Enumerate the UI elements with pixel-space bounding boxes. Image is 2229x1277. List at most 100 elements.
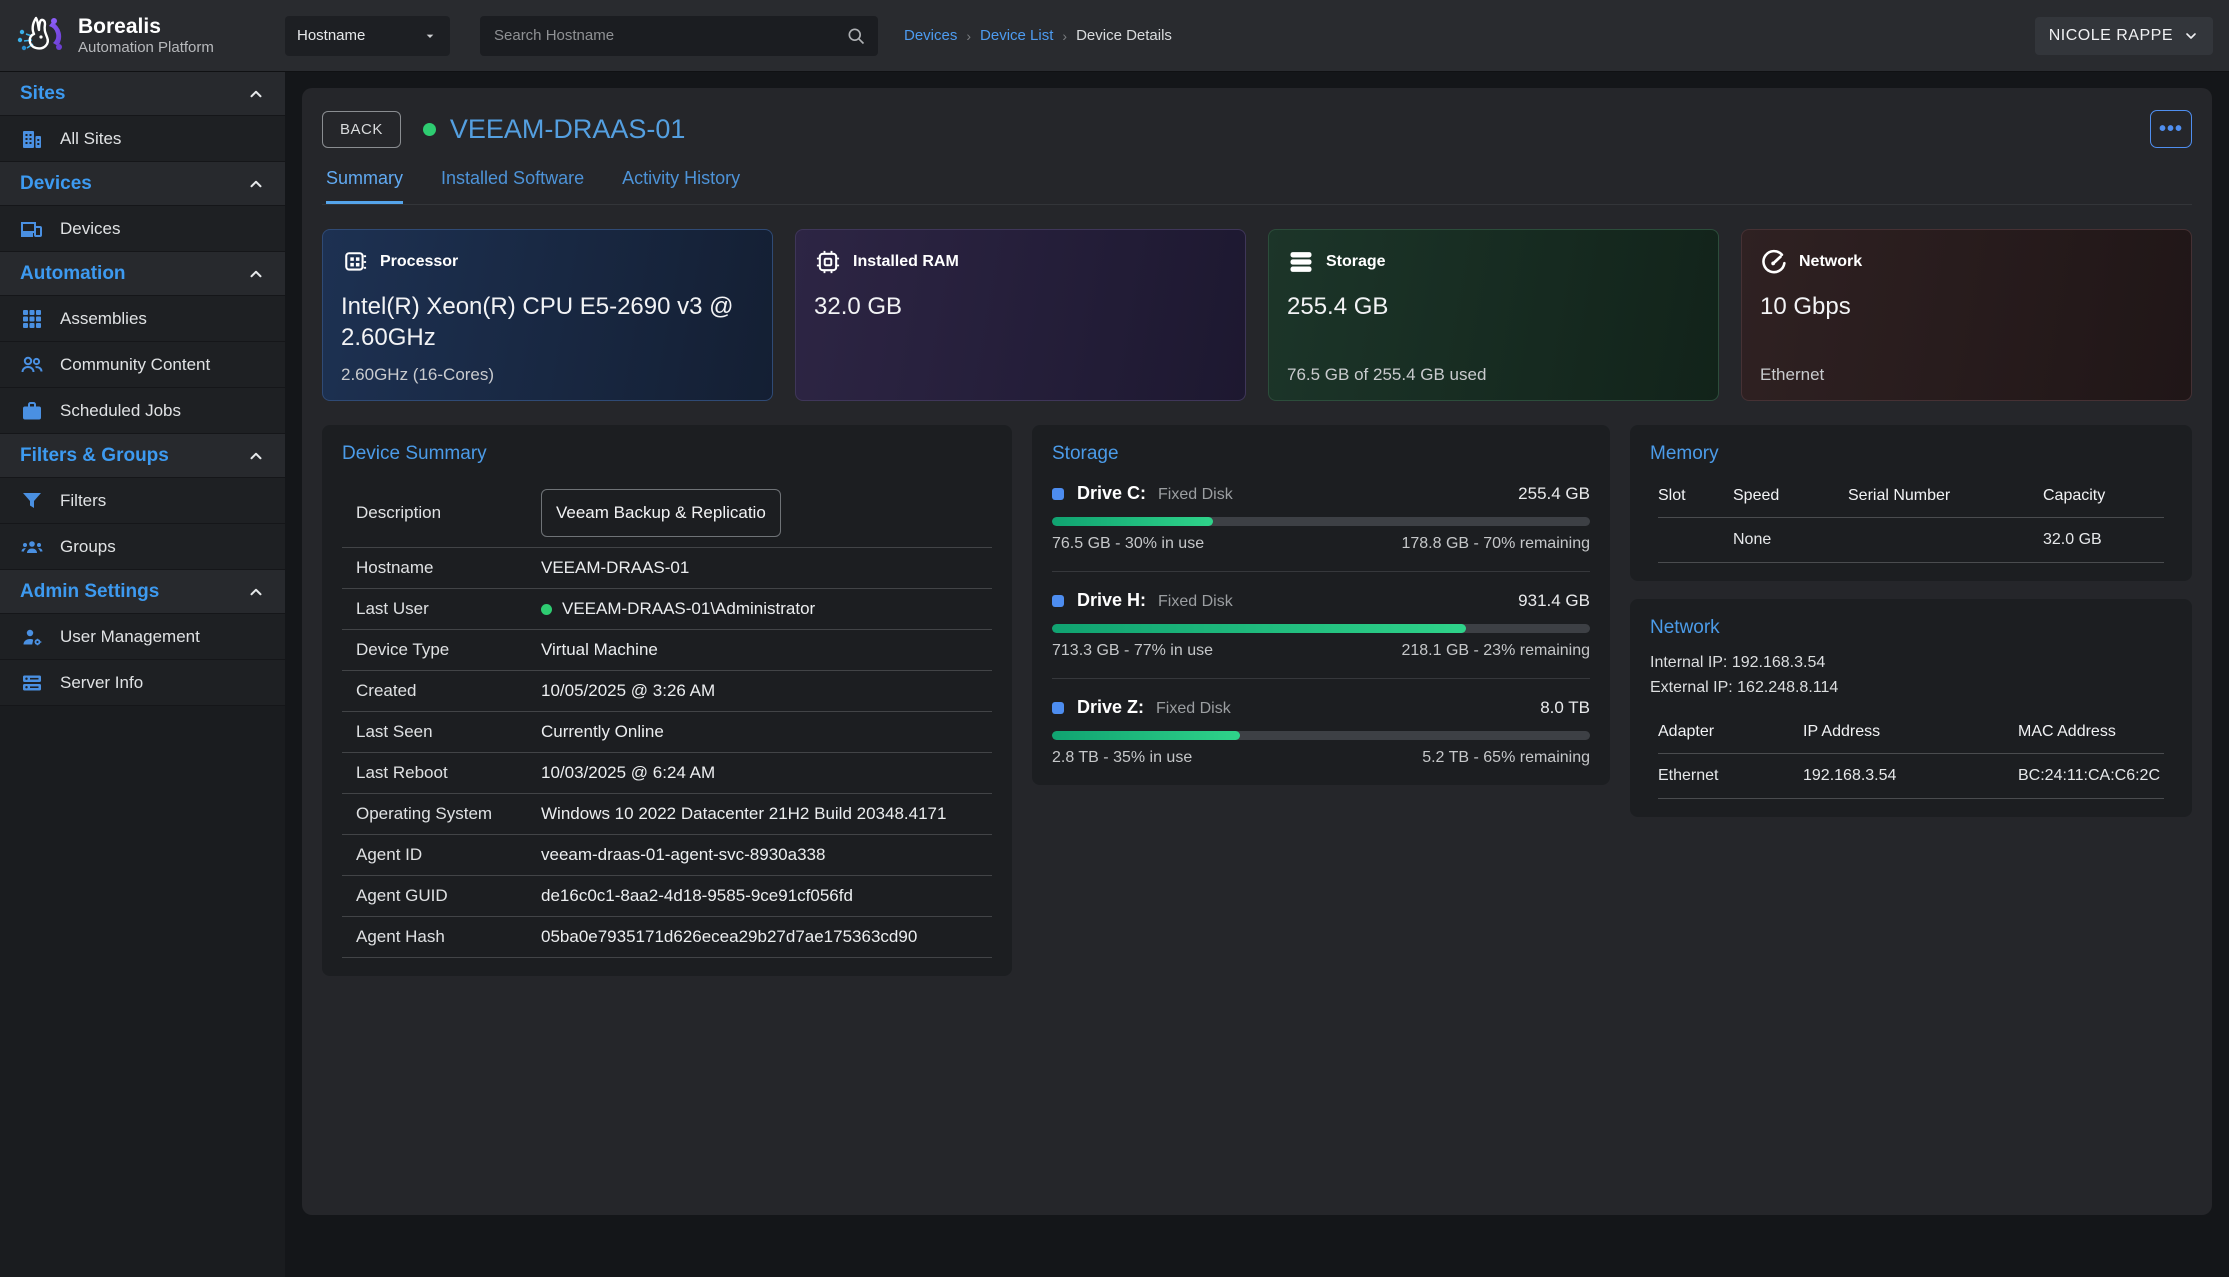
summary-row-last-reboot: Last Reboot 10/03/2025 @ 6:24 AM — [342, 753, 992, 794]
server-icon — [20, 671, 44, 695]
sidebar-item-label: Server Info — [60, 673, 143, 693]
device-summary-panel: Device Summary Description Hostname VEEA… — [322, 425, 1012, 976]
memory-header-serial: Serial Number — [1848, 481, 2043, 517]
chevron-down-icon — [422, 28, 438, 44]
search-icon — [846, 26, 866, 46]
tab-activity-history[interactable]: Activity History — [622, 168, 740, 204]
summary-row-label: Last Reboot — [356, 763, 541, 783]
network-panel-title: Network — [1650, 617, 2172, 639]
online-dot — [541, 604, 552, 615]
sidebar-item-all-sites[interactable]: All Sites — [0, 116, 285, 162]
briefcase-icon — [20, 399, 44, 423]
summary-row-last-seen: Last Seen Currently Online — [342, 712, 992, 753]
breadcrumb-device-list[interactable]: Device List — [980, 27, 1053, 44]
drive-type: Fixed Disk — [1158, 486, 1233, 504]
device-header: BACK VEEAM-DRAAS-01 ••• — [322, 110, 2192, 148]
summary-row-label: Operating System — [356, 804, 541, 824]
more-actions-button[interactable]: ••• — [2150, 110, 2192, 148]
summary-row-label: Last User — [356, 599, 541, 619]
network-card-footer: Ethernet — [1760, 365, 1824, 385]
back-button[interactable]: BACK — [322, 111, 401, 148]
summary-row-hostname: Hostname VEEAM-DRAAS-01 — [342, 548, 992, 589]
drive-used-label: 2.8 TB - 35% in use — [1052, 749, 1192, 767]
sidebar-item-label: Groups — [60, 537, 116, 557]
sidebar-item-server-info[interactable]: Server Info — [0, 660, 285, 706]
sidebar-section-label: Admin Settings — [20, 581, 159, 603]
sidebar-item-user-management[interactable]: User Management — [0, 614, 285, 660]
tab-installed-software[interactable]: Installed Software — [441, 168, 584, 204]
description-input[interactable] — [541, 489, 781, 537]
installed-ram-card-value: 32.0 GB — [814, 291, 1227, 322]
sidebar-section-label: Automation — [20, 263, 126, 285]
sidebar-item-devices[interactable]: Devices — [0, 206, 285, 252]
summary-row-value: 10/05/2025 @ 3:26 AM — [541, 681, 715, 701]
processor-card: Processor Intel(R) Xeon(R) CPU E5-2690 v… — [322, 229, 773, 401]
drive-icon — [1052, 702, 1064, 714]
summary-row-agent-guid: Agent GUID de16c0c1-8aa2-4d18-9585-9ce91… — [342, 876, 992, 917]
cpu-icon — [341, 248, 369, 276]
sidebar-item-label: User Management — [60, 627, 200, 647]
storage-panel: Storage Drive C: Fixed Disk 255.4 GB 76.… — [1032, 425, 1610, 785]
sidebar-section-filters-groups[interactable]: Filters & Groups — [0, 434, 285, 478]
sidebar-item-filters[interactable]: Filters — [0, 478, 285, 524]
tab-summary[interactable]: Summary — [326, 168, 403, 204]
network-cell-adapter: Ethernet — [1658, 753, 1803, 799]
sidebar-item-scheduled-jobs[interactable]: Scheduled Jobs — [0, 388, 285, 434]
grid-icon — [20, 307, 44, 331]
chevron-up-icon — [247, 265, 265, 283]
device-details-container: BACK VEEAM-DRAAS-01 ••• Summary Installe… — [302, 88, 2212, 1215]
chevron-up-icon — [247, 583, 265, 601]
brand-subtitle: Automation Platform — [78, 39, 214, 56]
sidebar-filler — [0, 706, 285, 1277]
sidebar-section-label: Sites — [20, 83, 65, 105]
network-card-label: Network — [1799, 253, 1862, 271]
funnel-icon — [20, 489, 44, 513]
top-bar: Borealis Automation Platform Hostname De… — [0, 0, 2229, 72]
brand: Borealis Automation Platform — [0, 10, 285, 62]
sidebar-section-sites[interactable]: Sites — [0, 72, 285, 116]
breadcrumb-separator: › — [966, 28, 971, 44]
hostname-filter-dropdown[interactable]: Hostname — [285, 16, 450, 56]
processor-card-footer: 2.60GHz (16-Cores) — [341, 365, 494, 385]
sidebar-section-automation[interactable]: Automation — [0, 252, 285, 296]
sidebar-section-admin-settings[interactable]: Admin Settings — [0, 570, 285, 614]
memory-panel-title: Memory — [1650, 443, 2172, 465]
sidebar-section-devices[interactable]: Devices — [0, 162, 285, 206]
sidebar-item-label: Community Content — [60, 355, 210, 375]
breadcrumb-devices[interactable]: Devices — [904, 27, 957, 44]
installed-ram-card-label: Installed RAM — [853, 253, 959, 271]
summary-row-value: VEEAM-DRAAS-01 — [541, 558, 689, 578]
drive-size: 8.0 TB — [1540, 698, 1590, 718]
drive-icon — [1052, 595, 1064, 607]
summary-row-label: Last Seen — [356, 722, 541, 742]
chevron-up-icon — [247, 447, 265, 465]
drive-remaining-label: 218.1 GB - 23% remaining — [1401, 642, 1590, 660]
sidebar-item-community-content[interactable]: Community Content — [0, 342, 285, 388]
summary-row-label: Agent GUID — [356, 886, 541, 906]
sidebar-item-groups[interactable]: Groups — [0, 524, 285, 570]
drive-usage-bar — [1052, 624, 1590, 633]
drive-used-label: 76.5 GB - 30% in use — [1052, 535, 1204, 553]
user-menu-button[interactable]: NICOLE RAPPE — [2035, 17, 2213, 55]
drive-name: Drive Z: — [1077, 697, 1144, 718]
drive-type: Fixed Disk — [1156, 700, 1231, 718]
user-gear-icon — [20, 625, 44, 649]
gauge-icon — [1760, 248, 1788, 276]
summary-row-device-type: Device Type Virtual Machine — [342, 630, 992, 671]
search-input[interactable] — [480, 16, 878, 56]
device-name-title: VEEAM-DRAAS-01 — [450, 114, 686, 145]
network-header-mac: MAC Address — [2018, 717, 2164, 753]
sidebar: Sites All Sites Devices Devices — [0, 72, 285, 1277]
summary-row-label: Created — [356, 681, 541, 701]
memory-header-slot: Slot — [1658, 481, 1733, 517]
summary-row-value: Virtual Machine — [541, 640, 658, 660]
drive-size: 931.4 GB — [1518, 591, 1590, 611]
sidebar-item-assemblies[interactable]: Assemblies — [0, 296, 285, 342]
hostname-filter-value: Hostname — [297, 27, 365, 44]
memory-cell-capacity: 32.0 GB — [2043, 517, 2164, 563]
ip-lines: Internal IP: 192.168.3.54 External IP: 1… — [1650, 651, 2172, 701]
drive-remaining-label: 178.8 GB - 70% remaining — [1401, 535, 1590, 553]
network-cell-mac: BC:24:11:CA:C6:2C — [2018, 753, 2164, 799]
drive-z-block: Drive Z: Fixed Disk 8.0 TB 2.8 TB - 35% … — [1052, 678, 1590, 767]
people-icon — [20, 353, 44, 377]
